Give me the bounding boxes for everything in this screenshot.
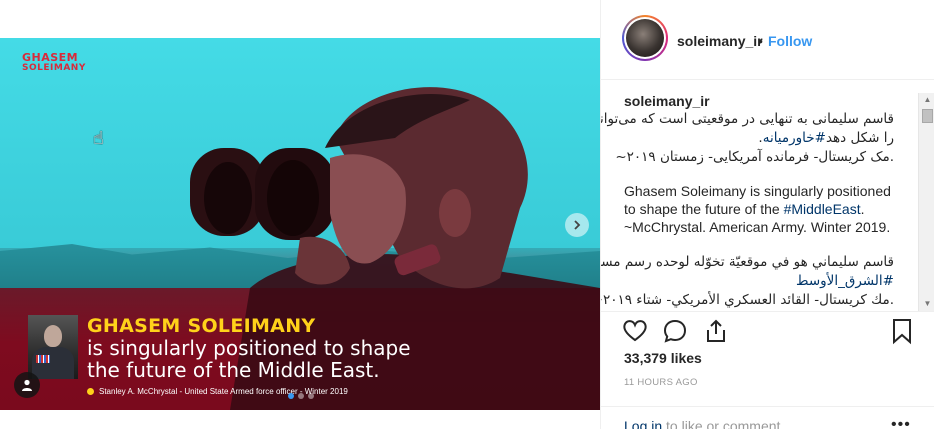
media-caption-card: GHASEM SOLEIMANY is singularly positione… — [28, 315, 411, 396]
login-link[interactable]: Log in — [624, 418, 662, 429]
carousel-next-button[interactable] — [565, 213, 589, 237]
caption-ar-line2: #الشرق_الأوسط — [624, 272, 894, 291]
caption-fa-line2: را شکل دهد#خاورمیانه. — [624, 129, 894, 148]
caption-ar-line3: .مك كريستال- القائد العسكري الأمريكي- شت… — [601, 292, 894, 308]
hashtag-middle-east-ar[interactable]: #الشرق_الأوسط — [796, 273, 894, 289]
user-icon — [22, 379, 32, 391]
caption-scroll-area[interactable]: soleimany_ir قاسم سلیمانی به تنهایی در م… — [601, 81, 934, 311]
media-subline: is singularly positioned to shape the fu… — [87, 337, 411, 381]
post-side-pane: soleimany_ir • Follow soleimany_ir قاسم … — [600, 0, 934, 429]
chevron-right-icon — [574, 220, 581, 230]
comment-icon[interactable] — [661, 317, 689, 345]
caption-en-line2: to shape the future of the #MiddleEast. — [624, 200, 904, 218]
carousel-dot-1 — [288, 393, 294, 399]
media-subline-1: is singularly positioned to shape — [87, 336, 411, 360]
brand-logo-line2: SOLEIMANY — [22, 63, 86, 73]
brand-logo-line1: GHASEM — [22, 51, 79, 64]
likes-count[interactable]: 33,379 likes — [624, 350, 702, 366]
caption-en-line3: ~McChrystal. American Army. Winter 2019. — [624, 219, 891, 235]
follow-button[interactable]: Follow — [768, 33, 812, 49]
caption-en-line1: Ghasem Soleimany is singularly positione… — [624, 183, 891, 199]
hand-pointer-cursor-icon: ☝ — [93, 128, 104, 148]
caption-en-line2-dot: . — [860, 201, 865, 217]
carousel-indicator — [288, 393, 314, 399]
scrollbar-thumb[interactable] — [922, 109, 933, 123]
hashtag-middle-east[interactable]: #MiddleEast — [784, 201, 861, 217]
scroll-up-arrow-icon[interactable]: ▲ — [919, 93, 934, 107]
hashtag-middle-east-fa[interactable]: #خاورمیانه — [763, 130, 826, 146]
avatar[interactable] — [622, 15, 668, 61]
share-icon[interactable] — [702, 317, 730, 345]
login-prompt: Log in to like or comment. — [624, 418, 784, 429]
carousel-dot-3 — [308, 393, 314, 399]
bookmark-icon[interactable] — [888, 317, 916, 345]
post-header: soleimany_ir • Follow — [601, 0, 934, 80]
caption-fa-line1: قاسم سلیمانی به تنهایی در موقعیتی است که… — [601, 111, 894, 127]
caption-scrollbar[interactable]: ▲ ▼ — [918, 93, 934, 311]
instagram-post: GHASEM SOLEIMANY ☝ GHASEM SOLEIMANY is s… — [0, 0, 934, 429]
header-username[interactable]: soleimany_ir — [677, 33, 763, 49]
scroll-down-arrow-icon[interactable]: ▼ — [919, 297, 934, 311]
caption-fa-line2-text: را شکل دهد — [825, 130, 894, 146]
media-headline: GHASEM SOLEIMANY — [87, 315, 316, 337]
post-media[interactable]: GHASEM SOLEIMANY ☝ GHASEM SOLEIMANY is s… — [0, 38, 600, 410]
caption-ar-line1: قاسم سليماني هو في موقعيّة تخوّله لوحده … — [601, 254, 894, 270]
media-subline-2: the future of the Middle East. — [87, 358, 380, 382]
login-prompt-rest: to like or comment. — [662, 418, 785, 429]
brand-logo: GHASEM SOLEIMANY — [22, 51, 86, 80]
yellow-dot-icon — [87, 388, 94, 395]
portrait-photo — [28, 315, 78, 379]
caption-en-line2-text: to shape the future of the — [624, 201, 784, 217]
more-options-icon[interactable]: ••• — [891, 416, 911, 429]
caption-username[interactable]: soleimany_ir — [624, 93, 710, 109]
carousel-dot-2 — [298, 393, 304, 399]
caption-fa-line3: .مک کریستال- فرمانده آمریکایی- زمستان ۲۰… — [615, 149, 894, 165]
heart-icon[interactable] — [621, 317, 649, 345]
tagged-users-button[interactable] — [14, 372, 40, 398]
post-actions — [601, 311, 934, 351]
header-separator: • — [758, 33, 763, 49]
post-timestamp[interactable]: 11 HOURS AGO — [624, 377, 698, 388]
login-bar: Log in to like or comment. ••• — [601, 406, 934, 429]
